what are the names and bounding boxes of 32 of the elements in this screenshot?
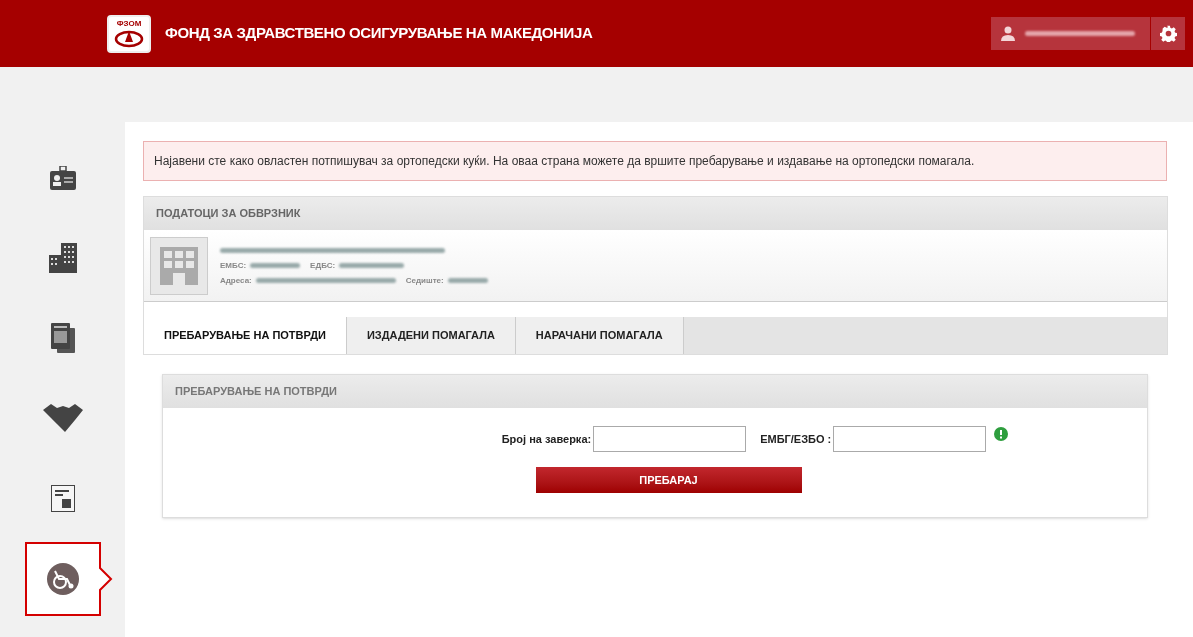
field-label: ЕМБС:: [220, 259, 247, 272]
sidebar-item[interactable]: [24, 542, 101, 616]
blurred-text: [447, 278, 488, 283]
input-field[interactable]: [833, 426, 987, 452]
input-field[interactable]: [593, 426, 747, 452]
buildings-icon: [48, 243, 77, 273]
tab[interactable]: ИЗДАДЕНИ ПОМАГАЛА: [346, 317, 516, 354]
pointer-arrow: [98, 567, 113, 591]
site-title: ФОНД ЗА ЗДРАВСТВЕНО ОСИГУРУВАЊЕ НА МАКЕДОНИЈА: [165, 23, 593, 44]
settings-button[interactable]: [1151, 17, 1185, 50]
blurred-text: [250, 263, 301, 268]
logo-text: ФЗОМ: [116, 19, 142, 28]
field-label: ЕМБГ/ЕЗБО :: [760, 431, 832, 447]
building-icon: [160, 246, 198, 285]
card-title: ПРЕБАРУВАЊЕ НА ПОТВРДИ: [175, 384, 337, 400]
user-icon: [1001, 26, 1015, 41]
field-label: Број на заверка:: [501, 431, 592, 447]
documents-icon: [50, 323, 75, 353]
field-label: Седиште:: [405, 274, 444, 287]
user-menu[interactable]: [991, 17, 1150, 50]
form-icon: [50, 484, 75, 512]
info-alert: Најавени сте како овластен потпишувач за ортопедски куќи. На оваа страна можете да вршите пребарување и издавање на ортопедски помагала.: [143, 141, 1167, 181]
search-button[interactable]: ПРЕБАРАЈ: [535, 467, 802, 493]
tab[interactable]: ПРЕБАРУВАЊЕ НА ПОТВРДИ: [144, 317, 347, 354]
card-title: ПОДАТОЦИ ЗА ОБВРЗНИК: [156, 206, 301, 222]
wheelchair-icon: [46, 563, 79, 595]
tab[interactable]: НАРАЧАНИ ПОМАГАЛА: [515, 317, 684, 354]
blurred-text: [339, 263, 405, 268]
settings-icon: [1159, 25, 1177, 42]
id-badge-icon: [49, 166, 76, 190]
field-label: ЕДБС:: [310, 259, 336, 272]
field-label: Адреса:: [220, 274, 252, 287]
